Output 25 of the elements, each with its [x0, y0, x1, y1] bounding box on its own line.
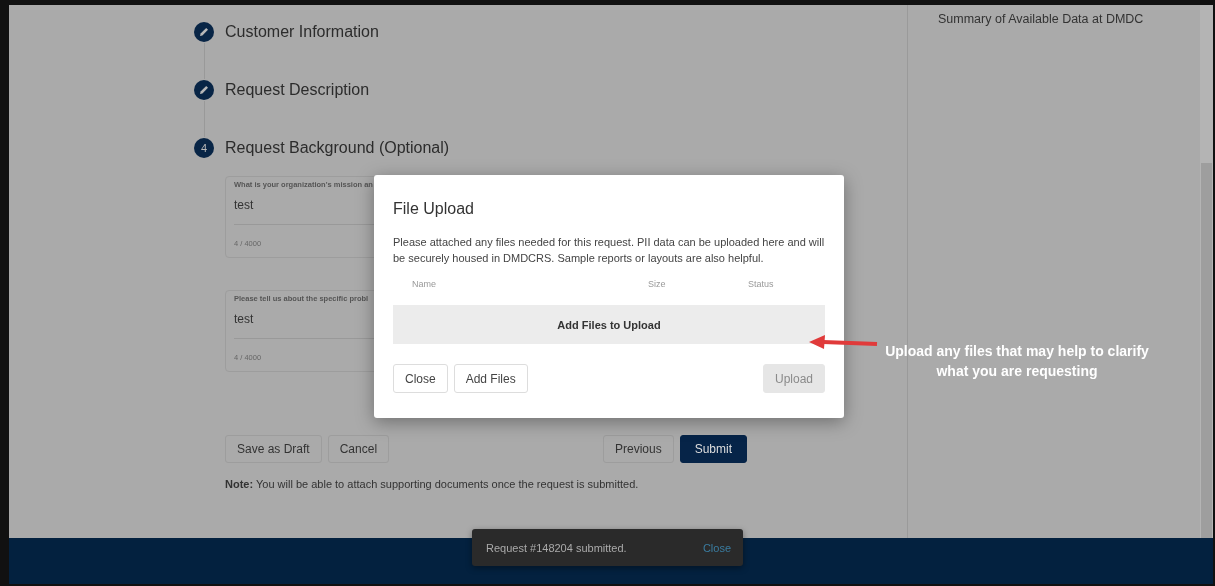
dialog-button[interactable]: Add Files — [453, 364, 528, 393]
dialog-button[interactable]: Close — [393, 364, 448, 393]
form-button[interactable]: Cancel — [327, 435, 390, 463]
column-header: Status — [748, 279, 774, 289]
form-button[interactable]: Save as Draft — [225, 435, 322, 463]
pencil-icon — [194, 22, 214, 42]
dialog-description: Please attached any files needed for this request. PII data can be uploaded here and will be securely housed in DMDCRS. Sample reports or layouts are also helpful. — [393, 235, 825, 266]
arrow — [809, 335, 879, 351]
step-title: Request Background (Optional) — [225, 139, 450, 157]
note-text: Note: You will be able to attach supporting documents once the request is submitted. — [225, 478, 640, 490]
scrollbar[interactable] — [1200, 5, 1213, 538]
step-title: Request Description — [225, 81, 370, 99]
step-title: Customer Information — [225, 23, 379, 41]
step-number: 4 — [194, 138, 214, 158]
sidebar-title: Summary of Available Data at DMDC — [938, 12, 1144, 26]
column-header: Name — [412, 279, 437, 289]
dropzone[interactable]: Add Files to Upload — [393, 305, 825, 344]
snackbar-message: Request #148204 submitted. — [486, 541, 627, 554]
dialog-title: File Upload — [393, 200, 475, 218]
snackbar-close-link[interactable]: Close — [702, 541, 731, 554]
previous-button[interactable]: Previous — [602, 435, 674, 463]
annotation-text: Upload any files that may help to clarify what you are requesting — [884, 342, 1150, 381]
column-header: Size — [648, 279, 667, 289]
pencil-icon — [194, 80, 214, 100]
submit-button[interactable]: Submit — [679, 435, 747, 463]
